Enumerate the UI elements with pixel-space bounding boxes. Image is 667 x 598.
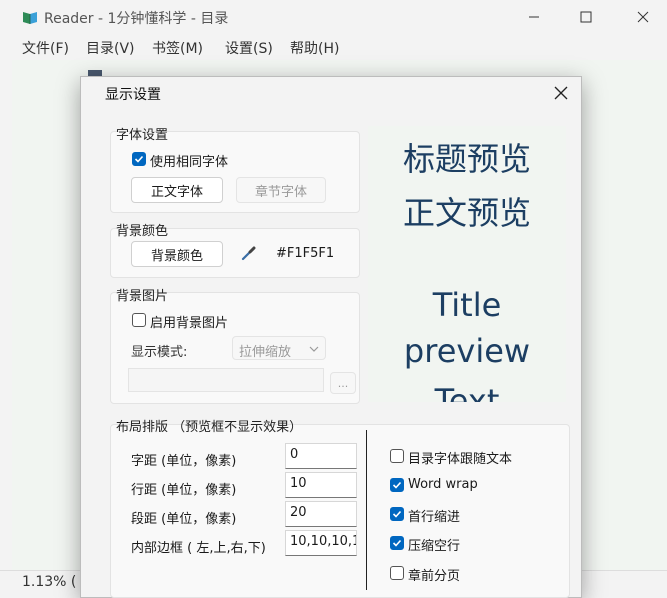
bg-color-button[interactable]: 背景颜色 <box>131 241 223 267</box>
preview-box: 标题预览 正文预览 Title preview Text <box>368 126 566 402</box>
preview-title-cn: 标题预览 <box>402 140 531 178</box>
body-font-button[interactable]: 正文字体 <box>131 177 223 203</box>
same-font-label: 使用相同字体 <box>150 155 229 170</box>
close-icon <box>554 86 568 100</box>
char-spacing-label: 字距 (单位，像素) <box>131 454 237 469</box>
page-break-before-chapter-checkbox[interactable] <box>390 566 404 580</box>
same-font-checkbox[interactable] <box>132 152 146 166</box>
menu-settings[interactable]: 设置(S) <box>225 38 273 58</box>
display-mode-select[interactable]: 拉伸缩放 <box>232 336 326 360</box>
dialog-close-button[interactable] <box>548 80 574 106</box>
maximize-button[interactable] <box>563 4 609 30</box>
checkmark-icon <box>392 481 402 489</box>
close-icon <box>637 11 649 23</box>
compress-blank-lines-label: 压缩空行 <box>408 539 461 554</box>
maximize-icon <box>580 11 592 23</box>
toc-font-follow-checkbox[interactable] <box>390 449 404 463</box>
line-spacing-input[interactable]: 10 <box>285 472 357 498</box>
close-window-button[interactable] <box>620 4 666 30</box>
bg-image-label: 背景图片 <box>116 289 169 304</box>
padding-label: 内部边框 ( 左,上,右,下) <box>131 541 266 556</box>
word-wrap-checkbox[interactable] <box>390 478 404 492</box>
enable-bg-image-label: 启用背景图片 <box>150 316 229 331</box>
preview-text-en: Text <box>434 382 500 402</box>
chapter-font-button[interactable]: 章节字体 <box>236 177 326 203</box>
word-wrap-label: Word wrap <box>408 477 478 492</box>
display-mode-value: 拉伸缩放 <box>239 345 292 360</box>
window-title: Reader - 1分钟懂科学 - 目录 <box>44 11 229 27</box>
eyedropper-icon[interactable] <box>240 244 258 262</box>
char-spacing-input[interactable]: 0 <box>285 443 357 469</box>
preview-title-en-2: preview <box>403 332 531 370</box>
toc-font-follow-label: 目录字体跟随文本 <box>408 452 513 467</box>
layout-label: 布局排版 （预览框不显示效果） <box>116 420 303 435</box>
enable-bg-image-checkbox[interactable] <box>132 313 146 327</box>
browse-button[interactable]: ... <box>330 372 356 394</box>
line-spacing-label: 行距 (单位，像素) <box>131 483 237 498</box>
menu-help[interactable]: 帮助(H) <box>290 38 339 58</box>
para-spacing-input[interactable]: 20 <box>285 501 357 527</box>
book-app-icon <box>23 12 37 24</box>
padding-input[interactable]: 10,10,10,10 <box>285 530 357 556</box>
menu-file[interactable]: 文件(F) <box>22 38 69 58</box>
checkmark-icon <box>392 510 402 518</box>
menu-toc[interactable]: 目录(V) <box>86 38 135 58</box>
bg-image-path-field[interactable] <box>128 368 324 392</box>
compress-blank-lines-checkbox[interactable] <box>390 536 404 550</box>
checkmark-icon <box>392 539 402 547</box>
layout-divider <box>366 430 367 590</box>
bg-color-label: 背景颜色 <box>116 224 169 239</box>
preview-title-en-1: Title <box>432 286 502 324</box>
minimize-icon <box>529 16 539 18</box>
menu-bookmark[interactable]: 书签(M) <box>152 38 203 58</box>
first-line-indent-checkbox[interactable] <box>390 507 404 521</box>
first-line-indent-label: 首行缩进 <box>408 510 461 525</box>
bg-color-value: #F1F5F1 <box>276 246 335 261</box>
font-settings-label: 字体设置 <box>116 128 169 143</box>
dialog-title: 显示设置 <box>105 87 161 103</box>
para-spacing-label: 段距 (单位，像素) <box>131 512 237 527</box>
minimize-button[interactable] <box>511 4 557 30</box>
preview-body-cn: 正文预览 <box>402 194 531 232</box>
display-mode-label: 显示模式: <box>131 345 188 360</box>
checkmark-icon <box>134 155 144 163</box>
page-break-before-chapter-label: 章前分页 <box>408 569 461 584</box>
chevron-down-icon <box>309 346 319 352</box>
